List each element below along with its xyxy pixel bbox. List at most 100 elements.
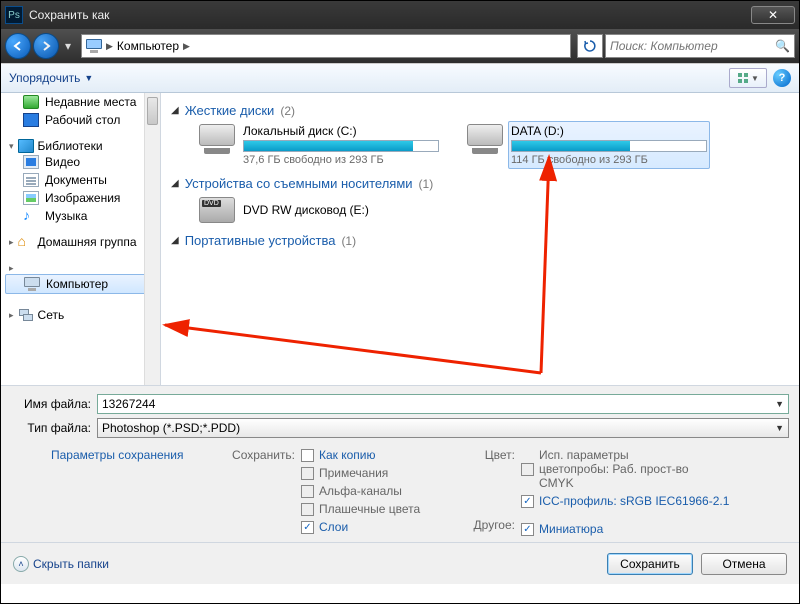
recent-places-icon [23, 95, 39, 109]
search-icon: 🔍 [775, 39, 790, 53]
chevron-down-icon: ▼ [775, 423, 784, 433]
save-button[interactable]: Сохранить [607, 553, 693, 575]
hide-folders-label: Скрыть папки [33, 557, 109, 571]
checkbox-alpha[interactable]: Альфа-каналы [301, 484, 461, 498]
checkbox-cmyk-proof[interactable]: Исп. параметры цветопробы: Раб. прост-во… [521, 448, 789, 490]
nav-history-dropdown[interactable]: ▾ [61, 39, 75, 53]
window-title: Сохранить как [29, 8, 751, 22]
network-icon [18, 308, 34, 322]
search-input[interactable] [610, 39, 775, 53]
checkbox-spot-colors[interactable]: Плашечные цвета [301, 502, 461, 516]
drive-dvd[interactable]: DVD RW дисковод (E:) [199, 197, 789, 223]
file-list-pane: ◢ Жесткие диски (2) Локальный диск (C:) … [161, 93, 799, 385]
dialog-footer: ˄ Скрыть папки Сохранить Отмена [1, 542, 799, 584]
chevron-right-icon: ▶ [183, 41, 190, 52]
filetype-label: Тип файла: [11, 421, 91, 435]
sidebar-label: Музыка [45, 209, 87, 223]
organize-label: Упорядочить [9, 71, 80, 85]
music-icon: ♪ [23, 209, 39, 223]
nav-bar: ▾ ▶ Компьютер ▶ 🔍 [1, 29, 799, 63]
hdd-icon [467, 124, 503, 154]
sidebar-label: Библиотеки [38, 139, 103, 153]
close-button[interactable]: ✕ [751, 6, 795, 24]
group-header-removable[interactable]: ◢ Устройства со съемными носителями (1) [171, 176, 789, 191]
computer-icon [24, 277, 40, 291]
organize-menu[interactable]: Упорядочить ▼ [9, 71, 93, 85]
drive-name: Локальный диск (C:) [243, 124, 439, 138]
computer-icon [86, 39, 102, 53]
filename-label: Имя файла: [11, 397, 91, 411]
checkbox-thumbnail[interactable]: ✓Миниатюра [521, 522, 789, 536]
search-box[interactable]: 🔍 [605, 34, 795, 58]
sidebar-item-videos[interactable]: Видео [1, 153, 160, 171]
filename-value: 13267244 [102, 397, 155, 411]
chevron-down-icon[interactable]: ▼ [775, 399, 784, 409]
checkbox-as-copy[interactable]: Как копию [301, 448, 461, 462]
cancel-button[interactable]: Отмена [701, 553, 787, 575]
sidebar-item-desktop[interactable]: Рабочий стол [1, 111, 160, 129]
other-group-label: Другое: [461, 518, 515, 532]
sidebar-label: Рабочий стол [45, 113, 120, 127]
sidebar-item-recent[interactable]: Недавние места [1, 93, 160, 111]
sidebar-group-homegroup[interactable]: ▸ ⌂ Домашняя группа [1, 235, 160, 249]
save-parameters-link[interactable]: Параметры сохранения [51, 448, 211, 462]
group-header-hdd[interactable]: ◢ Жесткие диски (2) [171, 103, 789, 118]
view-options-button[interactable]: ▼ [729, 68, 767, 88]
checkbox-layers[interactable]: ✓Слои [301, 520, 461, 534]
drive-name: DATA (D:) [511, 124, 707, 138]
drive-c[interactable]: Локальный диск (C:) 37,6 ГБ свободно из … [199, 124, 439, 166]
hdd-icon [199, 124, 235, 154]
nav-tree: Недавние места Рабочий стол ▾ Библиотеки… [1, 93, 161, 385]
documents-icon [23, 173, 39, 187]
group-count: (1) [419, 177, 434, 191]
drive-free-text: 37,6 ГБ свободно из 293 ГБ [243, 154, 439, 166]
hide-folders-toggle[interactable]: ˄ Скрыть папки [13, 556, 109, 572]
scrollbar-thumb[interactable] [147, 97, 158, 125]
sidebar-group-libraries[interactable]: ▾ Библиотеки [1, 139, 160, 153]
videos-icon [23, 155, 39, 169]
sidebar-group-computer: ▸ [1, 263, 160, 274]
breadcrumb-computer[interactable]: Компьютер [117, 39, 179, 53]
group-label: Жесткие диски [185, 103, 275, 118]
sidebar-label: Домашняя группа [38, 235, 137, 249]
collapse-icon: ◢ [171, 105, 179, 116]
drive-d[interactable]: DATA (D:) 114 ГБ свободно из 293 ГБ [467, 124, 707, 166]
checkbox-icc-profile[interactable]: ✓ICC-профиль: sRGB IEC61966-2.1 [521, 494, 789, 508]
group-header-portable[interactable]: ◢ Портативные устройства (1) [171, 233, 789, 248]
expand-icon: ▸ [9, 263, 14, 274]
dvd-drive-icon [199, 197, 235, 223]
refresh-button[interactable] [577, 34, 603, 58]
expand-icon: ▾ [9, 141, 14, 152]
chevron-up-icon: ˄ [13, 556, 29, 572]
app-icon: Ps [5, 6, 23, 24]
sidebar-label: Документы [45, 173, 107, 187]
color-group-label: Цвет: [461, 448, 515, 462]
checkbox-notes[interactable]: Примечания [301, 466, 461, 480]
libraries-icon [18, 139, 34, 153]
view-icon [737, 72, 749, 84]
homegroup-icon: ⌂ [18, 235, 34, 249]
sidebar-item-music[interactable]: ♪ Музыка [1, 207, 160, 225]
sidebar-group-network[interactable]: ▸ Сеть [1, 308, 160, 322]
sidebar-scrollbar[interactable] [144, 93, 160, 385]
back-button[interactable] [5, 33, 31, 59]
body: Недавние места Рабочий стол ▾ Библиотеки… [1, 93, 799, 385]
filetype-combo[interactable]: Photoshop (*.PSD;*.PDD) ▼ [97, 418, 789, 438]
arrow-right-icon [40, 40, 52, 52]
group-label: Портативные устройства [185, 233, 336, 248]
forward-button[interactable] [33, 33, 59, 59]
chevron-right-icon: ▶ [106, 41, 113, 52]
sidebar-item-images[interactable]: Изображения [1, 189, 160, 207]
collapse-icon: ◢ [171, 235, 179, 246]
address-bar[interactable]: ▶ Компьютер ▶ [81, 34, 571, 58]
expand-icon: ▸ [9, 237, 14, 248]
sidebar-label: Видео [45, 155, 80, 169]
arrow-left-icon [12, 40, 24, 52]
sidebar-label: Компьютер [46, 277, 108, 291]
sidebar-item-computer[interactable]: Компьютер [5, 274, 156, 294]
filename-input[interactable]: 13267244 ▼ [97, 394, 789, 414]
sidebar-item-documents[interactable]: Документы [1, 171, 160, 189]
toolbar: Упорядочить ▼ ▼ ? [1, 63, 799, 93]
help-button[interactable]: ? [773, 69, 791, 87]
titlebar: Ps Сохранить как ✕ [1, 1, 799, 29]
